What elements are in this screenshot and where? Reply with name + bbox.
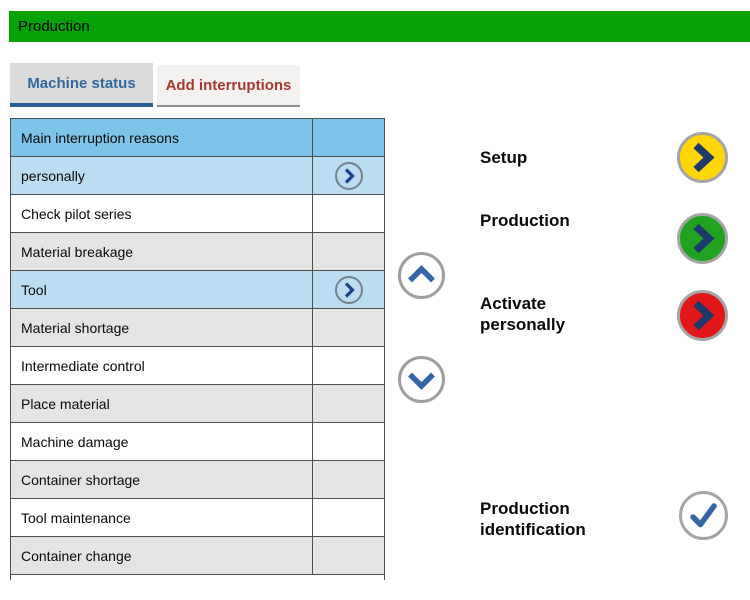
table-header-row: Main interruption reasons <box>10 119 385 157</box>
chevron-down-icon <box>408 372 435 390</box>
row-button-cell <box>313 271 384 308</box>
interruption-reasons-table: Main interruption reasons personally Check… <box>10 118 385 580</box>
table-row[interactable]: Check pilot series <box>10 195 385 233</box>
row-button-cell <box>313 233 384 270</box>
table-row[interactable]: Material shortage <box>10 309 385 347</box>
production-button-label: Production <box>480 211 570 230</box>
table-row[interactable]: Tool <box>10 271 385 309</box>
row-label: Container change <box>11 537 313 574</box>
table-row[interactable]: Tool maintenance <box>10 499 385 537</box>
page-title-bar: Production <box>9 11 750 42</box>
table-row[interactable]: Intermediate control <box>10 347 385 385</box>
production-screen: Production Machine status Add interrupti… <box>0 0 750 600</box>
check-icon <box>690 503 717 528</box>
row-button-cell <box>313 195 384 232</box>
row-button-cell <box>313 499 384 536</box>
tab-bar: Machine status Add interruptions <box>10 63 300 107</box>
chevron-right-icon <box>693 142 715 173</box>
page-title: Production <box>18 18 90 35</box>
row-label: personally <box>11 157 313 194</box>
row-label: Machine damage <box>11 423 313 460</box>
table-row[interactable]: Place material <box>10 385 385 423</box>
scroll-up-button[interactable] <box>398 252 445 299</box>
row-label: Material shortage <box>11 309 313 346</box>
row-button-cell <box>313 537 384 574</box>
chevron-up-icon <box>408 265 435 283</box>
scroll-down-button[interactable] <box>398 356 445 403</box>
table-header-button-cell <box>313 119 384 156</box>
table-row-partial <box>10 575 385 580</box>
row-label: Check pilot series <box>11 195 313 232</box>
table-row[interactable]: Container shortage <box>10 461 385 499</box>
tab-label: Machine status <box>27 74 136 92</box>
row-label: Tool <box>11 271 313 308</box>
production-button[interactable] <box>677 213 728 264</box>
production-identification-button-label: Production identification <box>480 499 586 539</box>
row-button-cell <box>313 157 384 194</box>
table-row[interactable]: Container change <box>10 537 385 575</box>
tab-machine-status[interactable]: Machine status <box>10 63 153 107</box>
row-label: Intermediate control <box>11 347 313 384</box>
activate-personally-button[interactable] <box>677 290 728 341</box>
row-button-cell <box>313 423 384 460</box>
production-identification-button[interactable] <box>679 491 728 540</box>
table-header-label: Main interruption reasons <box>11 119 313 156</box>
chevron-right-icon <box>344 281 355 298</box>
tab-add-interruptions[interactable]: Add interruptions <box>157 65 300 107</box>
row-label: Tool maintenance <box>11 499 313 536</box>
row-detail-arrow-button[interactable] <box>334 275 363 304</box>
chevron-right-icon <box>693 223 715 254</box>
row-detail-arrow-button[interactable] <box>334 161 363 190</box>
chevron-right-icon <box>344 167 355 184</box>
row-button-cell <box>313 461 384 498</box>
row-label: Place material <box>11 385 313 422</box>
row-button-cell <box>313 347 384 384</box>
table-row[interactable]: personally <box>10 157 385 195</box>
row-label: Material breakage <box>11 233 313 270</box>
table-row[interactable]: Material breakage <box>10 233 385 271</box>
row-button-cell <box>313 385 384 422</box>
row-button-cell <box>313 309 384 346</box>
tab-label: Add interruptions <box>165 76 292 94</box>
setup-button[interactable] <box>677 132 728 183</box>
setup-button-label: Setup <box>480 148 528 167</box>
activate-personally-button-label: Activate personally <box>480 294 566 334</box>
table-row[interactable]: Machine damage <box>10 423 385 461</box>
row-label: Container shortage <box>11 461 313 498</box>
chevron-right-icon <box>693 300 715 331</box>
